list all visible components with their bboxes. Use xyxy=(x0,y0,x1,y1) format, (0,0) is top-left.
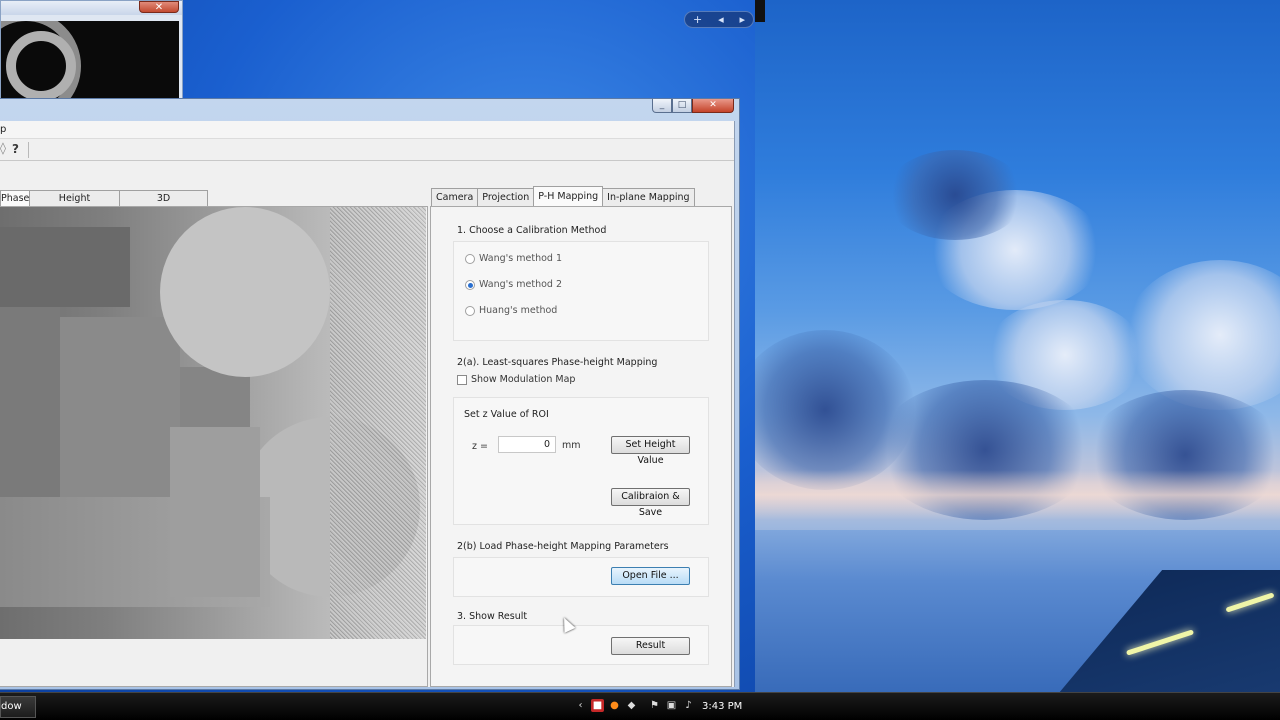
toolbar-partial-icon[interactable]: ◊ xyxy=(0,141,6,155)
radio-huang-method[interactable]: Huang's method xyxy=(465,305,557,316)
ring xyxy=(6,31,76,101)
radio-indicator[interactable] xyxy=(465,279,475,290)
background-window-titlebar[interactable]: ✕ xyxy=(1,1,182,15)
close-button[interactable]: ✕ xyxy=(692,99,734,113)
calibration-save-button[interactable]: Calibraion & Save xyxy=(611,488,690,518)
gadget-toolbar: + ◂ ▸ xyxy=(684,11,754,28)
tab-in-plane-mapping[interactable]: In-plane Mapping xyxy=(602,188,695,206)
radio-label: Huang's method xyxy=(479,305,558,316)
phase-region xyxy=(170,427,260,597)
maximize-button[interactable]: □ xyxy=(672,99,692,113)
add-gadget-icon[interactable]: + xyxy=(693,13,702,26)
z-label: z = xyxy=(472,441,488,452)
main-window: _ □ ✕ p ◊ ? Phase Height 3D Camera Proje… xyxy=(0,98,740,690)
taskbar-window-button[interactable]: dow xyxy=(0,696,36,718)
browser-tray-icon[interactable]: ● xyxy=(608,699,621,712)
radio-label: Wang's method 2 xyxy=(479,279,562,290)
tab-height[interactable]: Height xyxy=(29,190,120,206)
tab-camera[interactable]: Camera xyxy=(431,188,479,206)
load-parameters-title: 2(b) Load Phase-height Mapping Parameter… xyxy=(457,541,669,552)
open-file-button[interactable]: Open File ... xyxy=(611,567,690,585)
tab-3d[interactable]: 3D xyxy=(119,190,208,206)
radio-label: Wang's method 1 xyxy=(479,253,562,264)
show-hidden-icons-chevron[interactable]: ‹ xyxy=(574,699,587,712)
z-value-input[interactable]: 0 xyxy=(498,436,556,453)
phase-region xyxy=(0,307,60,507)
minimize-button[interactable]: _ xyxy=(652,99,672,113)
previous-gadget-icon[interactable]: ◂ xyxy=(718,13,724,26)
cloud xyxy=(885,150,1025,240)
cloud xyxy=(1125,260,1280,410)
horizon-glow xyxy=(755,470,1280,520)
top-black-box xyxy=(755,0,765,22)
action-center-flag-icon[interactable]: ⚑ xyxy=(648,699,661,712)
menu-item-help[interactable]: p xyxy=(0,124,6,135)
shield-icon[interactable]: ◆ xyxy=(625,699,638,712)
show-modulation-map-checkbox[interactable]: Show Modulation Map xyxy=(457,374,575,385)
roi-title: Set z Value of ROI xyxy=(464,409,549,420)
checkbox-label: Show Modulation Map xyxy=(471,374,576,385)
phase-noise xyxy=(330,207,426,639)
background-window-close-button[interactable]: ✕ xyxy=(139,1,179,13)
phase-region xyxy=(60,317,180,497)
radio-wang-method-2[interactable]: Wang's method 2 xyxy=(465,279,562,290)
security-alert-icon[interactable]: ■ xyxy=(591,699,604,712)
phase-region xyxy=(0,227,130,307)
volume-icon[interactable]: ♪ xyxy=(682,699,695,712)
desktop-wallpaper xyxy=(755,0,1280,692)
network-icon[interactable]: ▣ xyxy=(665,699,678,712)
calibration-method-title: 1. Choose a Calibration Method xyxy=(457,225,607,236)
ph-mapping-panel: 1. Choose a Calibration Method Wang's me… xyxy=(430,206,732,687)
checkbox-box[interactable] xyxy=(457,374,467,385)
tab-phase[interactable]: Phase xyxy=(0,190,30,207)
radio-indicator[interactable] xyxy=(465,253,475,264)
settings-tabs: Camera Projection P-H Mapping In-plane M… xyxy=(431,186,695,206)
least-squares-title: 2(a). Least-squares Phase-height Mapping xyxy=(457,357,658,368)
menu-bar: p xyxy=(0,121,734,139)
view-tabs: Phase Height 3D xyxy=(0,190,208,207)
result-button[interactable]: Result xyxy=(611,637,690,655)
z-unit-label: mm xyxy=(562,440,581,451)
radio-indicator[interactable] xyxy=(465,305,475,316)
window-caption-buttons: _ □ ✕ xyxy=(652,99,734,113)
next-gadget-icon[interactable]: ▸ xyxy=(740,13,746,26)
system-clock[interactable]: 3:43 PM xyxy=(702,701,742,712)
phase-view-pane xyxy=(0,206,428,687)
help-icon[interactable]: ? xyxy=(12,142,19,156)
system-tray: ‹ ■ ● ◆ ⚑ ▣ ♪ xyxy=(574,699,695,712)
window-client-area: p ◊ ? Phase Height 3D Camera Projection … xyxy=(0,121,735,687)
set-height-value-button[interactable]: Set Height Value xyxy=(611,436,690,466)
phase-map-image xyxy=(0,207,426,639)
radio-wang-method-1[interactable]: Wang's method 1 xyxy=(465,253,562,264)
toolbar: ◊ ? xyxy=(0,139,734,161)
phase-sphere xyxy=(160,207,330,377)
toolbar-separator xyxy=(28,142,29,158)
tab-projection[interactable]: Projection xyxy=(477,188,535,206)
tab-ph-mapping[interactable]: P-H Mapping xyxy=(533,186,604,206)
taskbar: dow ‹ ■ ● ◆ ⚑ ▣ ♪ 3:43 PM xyxy=(0,692,1280,720)
show-result-title: 3. Show Result xyxy=(457,611,528,622)
